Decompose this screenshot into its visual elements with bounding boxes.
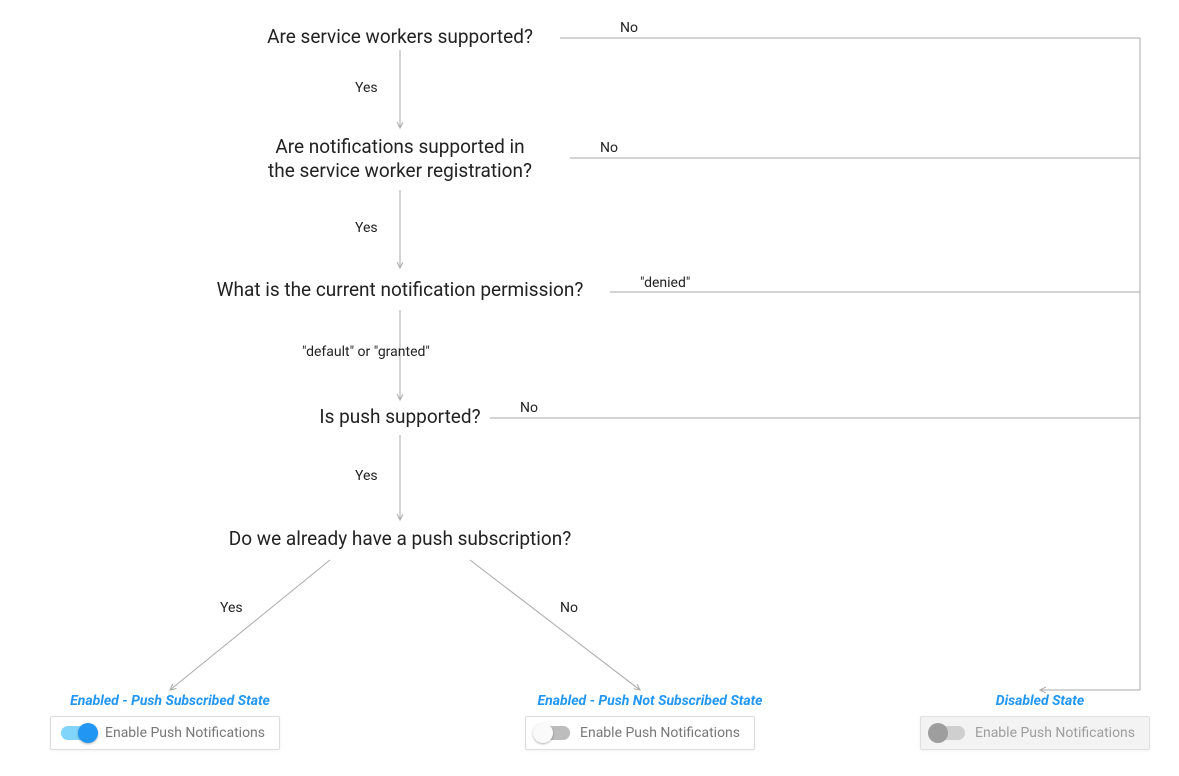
toggle-label: Enable Push Notifications: [105, 725, 265, 741]
label-no-5: No: [560, 600, 578, 616]
label-yes-1: Yes: [355, 80, 378, 96]
label-no-2: No: [600, 140, 618, 156]
flowchart: Are service workers supported? Are notif…: [0, 0, 1179, 776]
state-title-subscribed: Enabled - Push Subscribed State: [40, 693, 300, 709]
label-yes-5: Yes: [220, 600, 243, 616]
question-notifications-supported: Are notifications supported in the servi…: [240, 135, 560, 183]
toggle-disabled-icon: [931, 726, 965, 740]
card-not-subscribed: Enable Push Notifications: [525, 716, 755, 750]
question-have-subscription: Do we already have a push subscription?: [200, 527, 600, 551]
flow-lines: [0, 0, 1179, 776]
card-subscribed: Enable Push Notifications: [50, 716, 280, 750]
label-yes-4: Yes: [355, 468, 378, 484]
question-permission: What is the current notification permiss…: [190, 278, 610, 302]
toggle-on-icon[interactable]: [61, 726, 95, 740]
label-no-1: No: [620, 20, 638, 36]
label-denied: "denied": [640, 275, 690, 291]
question-push-supported: Is push supported?: [300, 405, 500, 429]
state-title-disabled: Disabled State: [940, 693, 1140, 709]
toggle-label: Enable Push Notifications: [580, 725, 740, 741]
label-no-4: No: [520, 400, 538, 416]
label-default-granted: "default" or "granted": [302, 344, 430, 360]
label-yes-2: Yes: [355, 220, 378, 236]
toggle-off-icon[interactable]: [536, 726, 570, 740]
state-title-not-subscribed: Enabled - Push Not Subscribed State: [500, 693, 800, 709]
question-service-workers: Are service workers supported?: [240, 25, 560, 49]
card-disabled: Enable Push Notifications: [920, 716, 1150, 750]
toggle-label: Enable Push Notifications: [975, 725, 1135, 741]
